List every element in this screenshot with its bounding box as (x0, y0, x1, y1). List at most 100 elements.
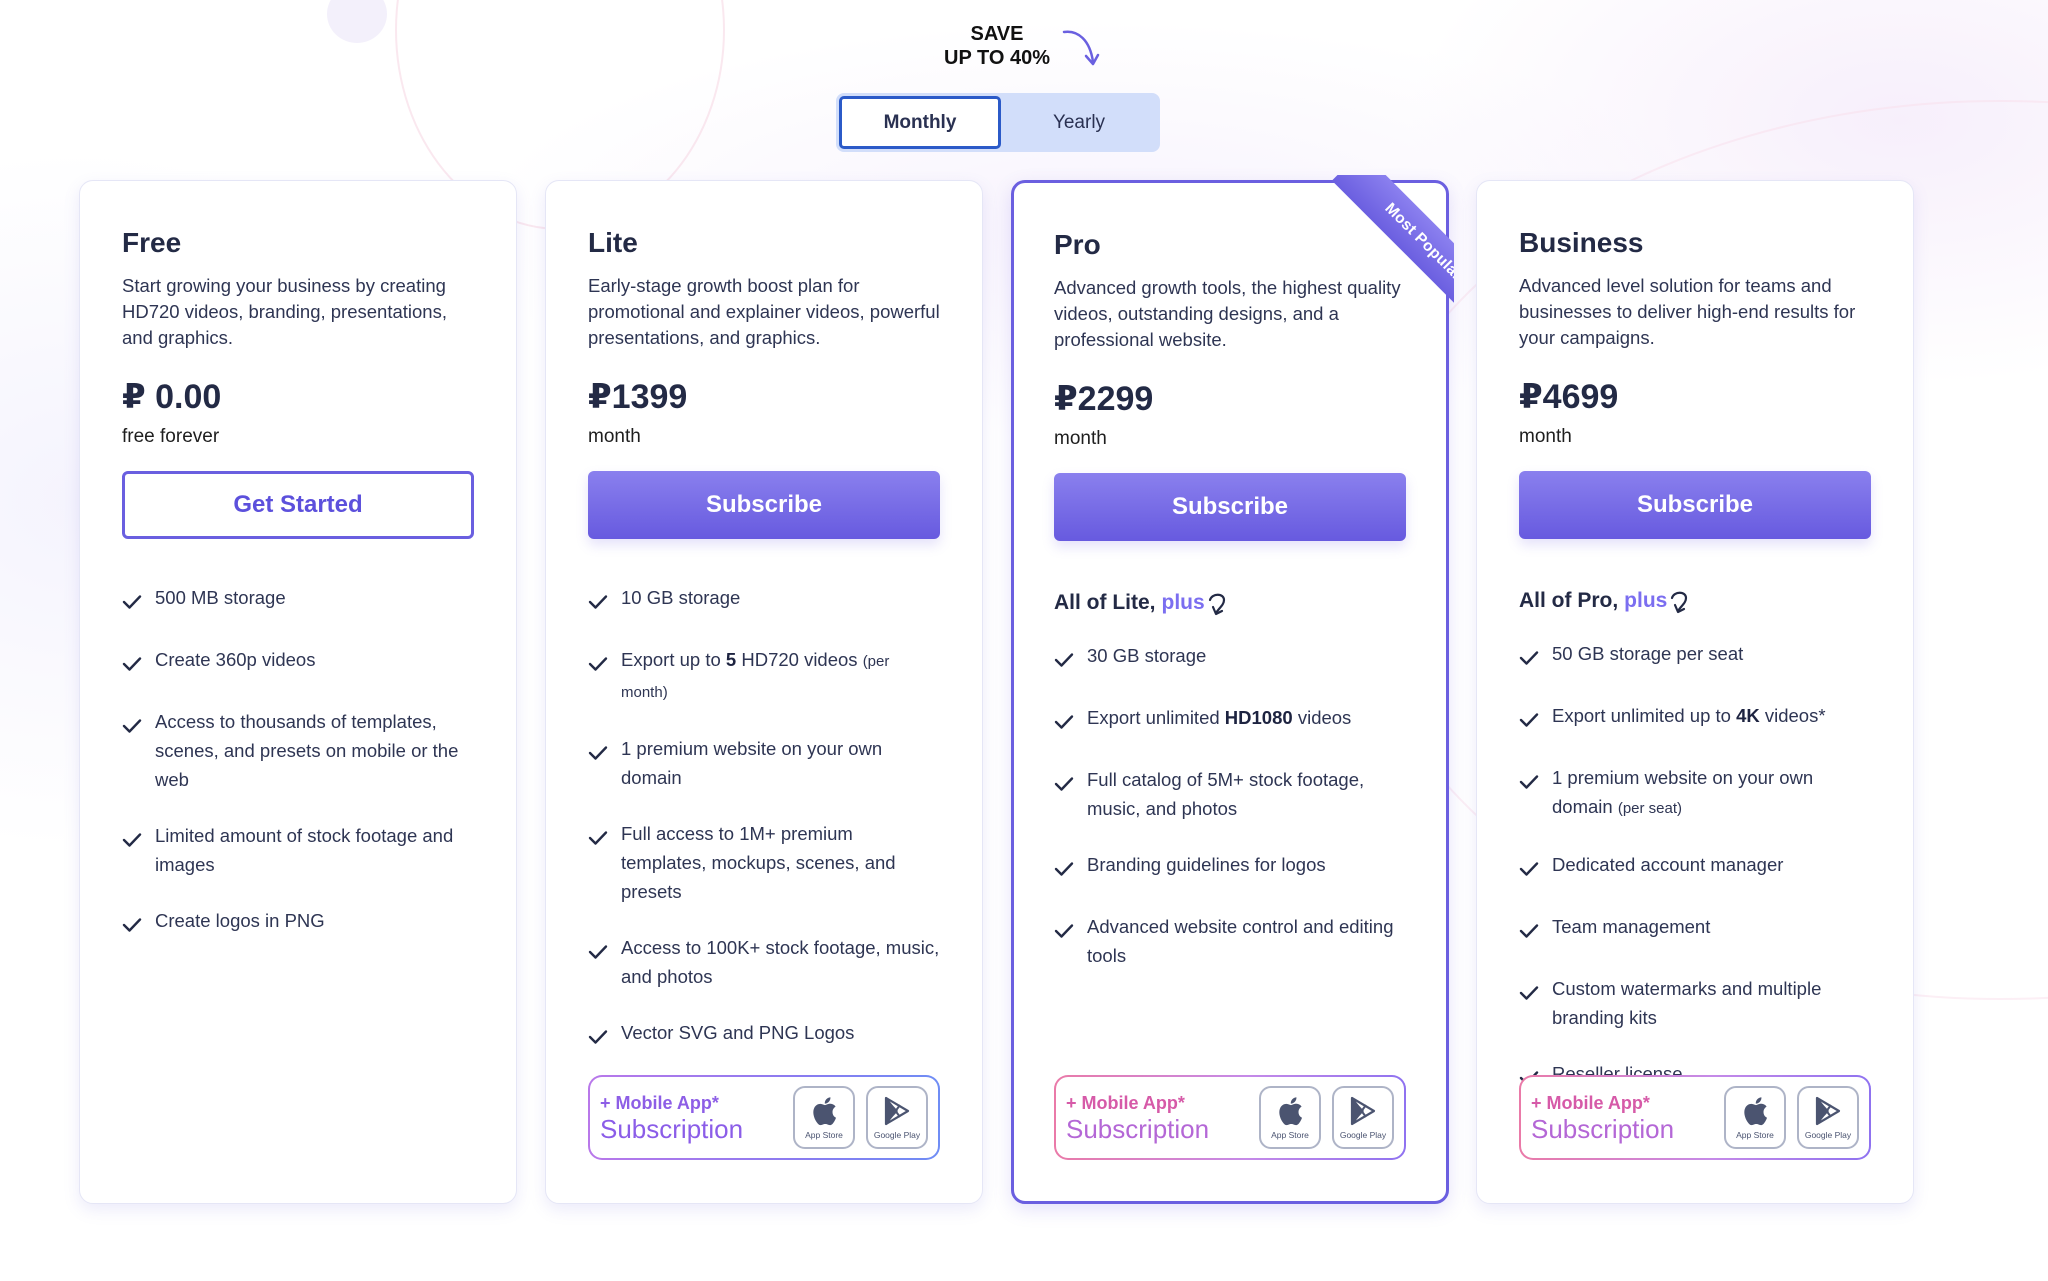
feature-text-main: Access to thousands of templates, scenes… (155, 711, 459, 790)
billing-period-toggle: Monthly Yearly (836, 93, 1160, 152)
google-play-icon (1814, 1096, 1842, 1126)
check-icon (1054, 703, 1087, 738)
plan-price: ₽1399 (588, 378, 688, 416)
feature-list: 10 GB storage Export up to 5 HD720 videos… (588, 583, 940, 1053)
app-store-button[interactable]: App Store (793, 1086, 855, 1149)
pricing-card-lite: Lite Early-stage growth boost plan for pr… (545, 180, 983, 1204)
includes-heading: All of Lite, plus (1054, 585, 1406, 616)
subscription-label: Subscription (1531, 1113, 1675, 1144)
feature-text-main: Dedicated account manager (1552, 854, 1784, 875)
feature-item: 50 GB storage per seat (1519, 639, 1871, 674)
subscribe-button[interactable]: Subscribe (588, 471, 940, 539)
feature-item: Create 360p videos (122, 645, 474, 680)
subscribe-button[interactable]: Subscribe (1054, 473, 1406, 541)
feature-item: Limited amount of stock footage and imag… (122, 821, 474, 879)
app-store-button[interactable]: App Store (1259, 1086, 1321, 1149)
check-icon (1054, 641, 1087, 676)
feature-text: 50 GB storage per seat (1552, 639, 1743, 668)
plan-description: Advanced level solution for teams and bu… (1519, 275, 1856, 348)
toggle-monthly[interactable]: Monthly (839, 96, 1001, 149)
feature-text: 1 premium website on your own domain (pe… (1552, 763, 1871, 823)
feature-text: 10 GB storage (621, 583, 740, 612)
check-icon (588, 1018, 621, 1053)
feature-item: 1 premium website on your own domain (588, 734, 940, 792)
feature-text-main: 30 GB storage (1087, 645, 1207, 666)
plan-description: Early-stage growth boost plan for promot… (588, 275, 940, 348)
mobile-app-subscription-addon[interactable]: + Mobile App* Subscription App Store Google… (1054, 1075, 1406, 1160)
check-icon (1054, 912, 1087, 947)
pricing-card-free: Free Start growing your business by creat… (79, 180, 517, 1204)
check-icon (588, 933, 621, 968)
check-icon (588, 819, 621, 854)
plan-name: Pro (1054, 229, 1101, 260)
save-line-1: SAVE (970, 23, 1024, 45)
pricing-card-business: Business Advanced level solution for team… (1476, 180, 1914, 1204)
google-play-button[interactable]: Google Play (866, 1086, 928, 1149)
app-store-button[interactable]: App Store (1724, 1086, 1786, 1149)
check-icon (122, 645, 155, 680)
feature-item: Export up to 5 HD720 videos (per month) (588, 645, 940, 707)
google-play-button[interactable]: Google Play (1797, 1086, 1859, 1149)
feature-text-main: Team management (1552, 916, 1711, 937)
feature-text-main: Create logos in PNG (155, 910, 325, 931)
feature-text-main: Full access to 1M+ premium templates, mo… (621, 823, 896, 902)
check-icon (1054, 765, 1087, 800)
plan-name: Business (1519, 227, 1644, 258)
feature-text: Team management (1552, 912, 1710, 941)
curl-arrow-icon (1667, 589, 1691, 614)
check-icon (588, 645, 621, 680)
pricing-card-pro: Most Popular Pro Advanced growth tools, th… (1011, 175, 1454, 1204)
toggle-yearly[interactable]: Yearly (1001, 96, 1157, 149)
feature-text-bold: HD1080 (1224, 707, 1293, 728)
mobile-app-subscription-addon[interactable]: + Mobile App* Subscription App Store Google… (588, 1075, 940, 1160)
subscription-label: Subscription (600, 1113, 744, 1144)
plan-price: ₽ 0.00 (122, 378, 222, 416)
plan-name: Free (122, 227, 182, 258)
feature-list: 30 GB storage Export unlimited HD1080 vid… (1054, 641, 1406, 970)
feature-list: 50 GB storage per seat Export unlimited u… (1519, 639, 1871, 1094)
feature-text: Dedicated account manager (1552, 850, 1783, 879)
save-line-2: UP TO 40% (944, 47, 1050, 69)
save-promo-text: SAVE UP TO 40% (930, 22, 1064, 70)
feature-text: Branding guidelines for logos (1087, 850, 1326, 879)
feature-text: Export up to 5 HD720 videos (per month) (621, 645, 940, 707)
feature-text-main: Access to 100K+ stock footage, music, an… (621, 937, 940, 987)
check-icon (1519, 763, 1552, 798)
check-icon (588, 583, 621, 618)
feature-text-main: 50 GB storage per seat (1552, 643, 1744, 664)
check-icon (1054, 850, 1087, 885)
feature-text: Custom watermarks and multiple branding … (1552, 974, 1871, 1032)
feature-item: Create logos in PNG (122, 906, 474, 941)
includes-prefix: All of Lite, (1054, 591, 1156, 614)
mobile-app-label: + Mobile App* (1066, 1092, 1185, 1113)
feature-text: 30 GB storage (1087, 641, 1206, 670)
feature-item: Access to 100K+ stock footage, music, an… (588, 933, 940, 991)
feature-text: Advanced website control and editing too… (1087, 912, 1406, 970)
get-started-button[interactable]: Get Started (122, 471, 474, 539)
feature-text-main: Limited amount of stock footage and imag… (155, 825, 454, 875)
feature-text-main: 10 GB storage (621, 587, 741, 608)
plan-description: Start growing your business by creating … (122, 275, 447, 348)
plan-period: free forever (122, 426, 220, 447)
feature-item: Advanced website control and editing too… (1054, 912, 1406, 970)
feature-text-main: Full catalog of 5M+ stock footage, music… (1087, 769, 1365, 819)
feature-item: 1 premium website on your own domain (pe… (1519, 763, 1871, 823)
check-icon (1519, 850, 1552, 885)
includes-plus: plus (1161, 591, 1205, 614)
google-play-button[interactable]: Google Play (1332, 1086, 1394, 1149)
feature-text-main: Custom watermarks and multiple branding … (1552, 978, 1822, 1028)
feature-text-main: Export unlimited up to (1552, 705, 1737, 726)
google-play-icon (883, 1096, 911, 1126)
feature-text-main: Advanced website control and editing too… (1087, 916, 1394, 966)
feature-item: Full catalog of 5M+ stock footage, music… (1054, 765, 1406, 823)
apple-icon (1742, 1096, 1768, 1126)
app-store-label: App Store (805, 1129, 843, 1140)
feature-text-post: HD720 videos (736, 649, 863, 670)
subscribe-button[interactable]: Subscribe (1519, 471, 1871, 539)
feature-item: Dedicated account manager (1519, 850, 1871, 885)
curl-arrow-icon (1205, 591, 1229, 616)
feature-item: Full access to 1M+ premium templates, mo… (588, 819, 940, 906)
feature-text: Limited amount of stock footage and imag… (155, 821, 474, 879)
mobile-app-subscription-addon[interactable]: + Mobile App* Subscription App Store Google… (1519, 1075, 1871, 1160)
check-icon (1519, 701, 1552, 736)
